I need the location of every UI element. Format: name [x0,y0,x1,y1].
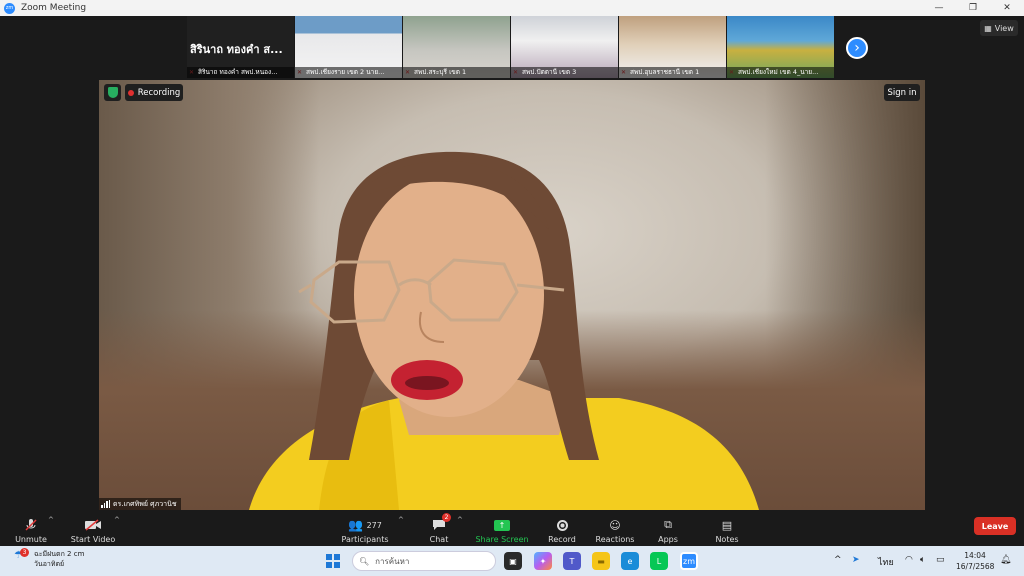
speaker-video [99,80,925,510]
speaker-name-tag: ดร.เกศทิพย์ ศุภวานิช [99,498,181,510]
speaker-name: ดร.เกศทิพย์ ศุภวานิช [113,500,177,508]
record-label: Record [548,535,576,544]
search-placeholder: การค้นหา [375,556,410,566]
minimize-button[interactable]: — [922,0,956,16]
audio-options-caret[interactable]: ^ [48,516,54,524]
notes-button[interactable]: ▤ Notes [713,514,741,545]
view-label: View [994,23,1014,33]
start-video-label: Start Video [70,535,116,544]
record-icon [556,517,568,533]
clock-date: 16/7/2568 [956,562,995,571]
wifi-icon[interactable]: ◠ [905,555,913,565]
record-button[interactable]: Record [545,514,579,544]
language-indicator[interactable]: ไทย [878,555,894,569]
participant-name: สพป.เชียงใหม่ เขต 4_นาย... [727,67,834,78]
chevron-right-icon: › [854,40,860,56]
leave-button[interactable]: Leave [974,517,1016,535]
reactions-button[interactable]: ☺ Reactions [594,514,636,545]
start-video-button[interactable]: Start Video [68,514,118,544]
weather-widget[interactable]: ☂ 3 ฉะมีฝนตก 2 cm วันอาทิตย์ [14,548,85,569]
video-options-caret[interactable]: ^ [114,516,120,524]
copilot-icon[interactable]: ✦ [534,552,552,570]
mouth-inner [405,376,449,390]
zoom-app-icon[interactable]: zm [680,552,698,570]
file-explorer-icon[interactable]: ▬ [592,552,610,570]
apps-button[interactable]: ⧉ Apps [654,514,682,544]
participant-name: สิรินาถ ทองคำ สพป.หนอง... [187,67,294,78]
start-button[interactable] [326,554,340,568]
notes-label: Notes [715,535,739,544]
apps-label: Apps [658,535,678,544]
participant-name: สพป.เชียงราย เขต 2 นาย... [295,67,402,78]
view-button[interactable]: ▦ View [980,20,1018,36]
chevron-up-icon[interactable]: ^ [834,555,842,565]
participant-name: สพป.อุบลราชธานี เขต 1 [619,67,726,78]
speaker-figure [249,151,759,510]
location-icon[interactable]: ➤ [852,555,860,565]
participants-label: Participants [341,535,389,544]
clock-time: 14:04 [964,551,986,560]
reactions-label: Reactions [595,535,635,544]
video-strip: สิรินาถ ทองคำ ส... ✕ สิรินาถ ทองคำ สพป.ห… [187,16,834,78]
chat-options-caret[interactable]: ^ [457,516,463,524]
edge-icon[interactable]: e [621,552,639,570]
chat-label: Chat [429,535,449,544]
participants-options-caret[interactable]: ^ [398,516,404,524]
muted-mic-icon [24,517,38,533]
taskbar-search[interactable]: 🔍︎ การค้นหา [352,551,496,571]
unmute-button[interactable]: Unmute [10,514,52,544]
notes-icon: ▤ [721,518,733,532]
grid-icon: ▦ [984,23,992,33]
participants-icon: 👥 277 [348,518,382,532]
chat-button[interactable]: 2 Chat [424,513,454,544]
task-view-icon[interactable]: ▣ [504,552,522,570]
apps-icon: ⧉ [664,518,672,531]
weather-badge: 3 [20,548,29,557]
participant-tile[interactable]: ✕ สพป.อุบลราชธานี เขต 1 [619,16,726,78]
chat-icon: 2 [432,513,451,533]
participants-count: 277 [366,520,382,530]
os-taskbar: ☂ 3 ฉะมีฝนตก 2 cm วันอาทิตย์ 🔍︎ การค้นหา… [0,546,1024,576]
share-screen-button[interactable]: ↑ Share Screen [475,514,529,544]
weather-line1: ฉะมีฝนตก 2 cm [34,550,85,558]
share-screen-label: Share Screen [475,535,529,544]
search-icon: 🔍︎ [359,556,370,566]
chat-badge: 2 [442,513,451,522]
participant-display-name: สิรินาถ ทองคำ ส... [190,43,283,56]
participant-tile[interactable]: ✕ สพป.ปัตตานี เขต 3 [511,16,618,78]
participant-tile[interactable]: ✕ สพป.เชียงราย เขต 2 นาย... [295,16,402,78]
recording-indicator[interactable]: Recording [125,84,183,101]
signal-bars-icon [101,500,110,508]
shield-icon [107,87,118,98]
participant-tile[interactable]: ✕ สพป.สระบุรี เขต 1 [403,16,510,78]
meeting-toolbar: Unmute ^ Start Video ^ 👥 277 Participant… [0,510,1024,546]
line-app-icon[interactable]: L [650,552,668,570]
teams-icon[interactable]: T [563,552,581,570]
participant-name: สพป.สระบุรี เขต 1 [403,67,510,78]
battery-icon[interactable]: ▭ [936,555,945,565]
participant-name: สพป.ปัตตานี เขต 3 [511,67,618,78]
weather-line2: วันอาทิตย์ [34,560,65,568]
close-button[interactable]: ✕ [990,0,1024,16]
sign-in-button[interactable]: Sign in [884,84,920,101]
clock[interactable]: 14:04 16/7/2568 [956,550,994,572]
next-page-button[interactable]: › [846,37,868,59]
unmute-label: Unmute [15,535,47,544]
title-bar: zm Zoom Meeting — ❐ ✕ [0,0,1024,16]
speaker-muted-icon[interactable]: 🔈︎ [920,555,925,565]
participant-tile[interactable]: ✕ สพป.เชียงใหม่ เขต 4_นาย... [727,16,834,78]
restore-button[interactable]: ❐ [956,0,990,16]
window-title: Zoom Meeting [21,3,87,13]
recording-label: Recording [137,87,181,98]
zoom-logo-icon: zm [4,2,15,14]
participant-tile[interactable]: สิรินาถ ทองคำ ส... ✕ สิรินาถ ทองคำ สพป.ห… [187,16,294,78]
record-dot-icon [127,89,134,96]
video-off-icon [84,517,102,533]
notification-bell-icon[interactable]: 🔔︎ [1000,555,1011,565]
participants-button[interactable]: 👥 277 Participants [340,514,390,544]
share-screen-icon: ↑ [494,517,510,533]
smiley-plus-icon: ☺ [609,518,621,532]
encryption-badge[interactable] [104,84,121,101]
